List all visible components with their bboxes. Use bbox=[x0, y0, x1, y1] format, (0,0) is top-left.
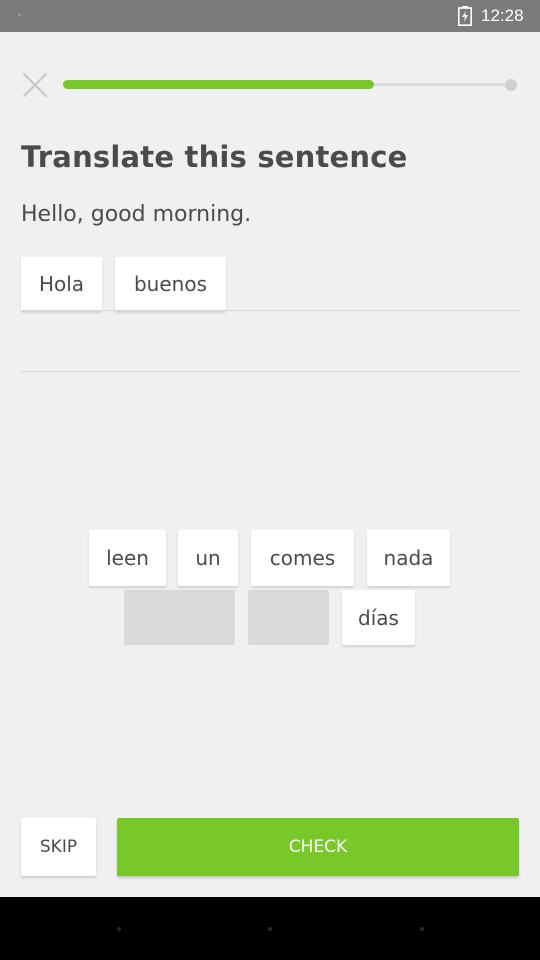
page-title: Translate this sentence bbox=[21, 140, 408, 174]
answer-line bbox=[21, 371, 519, 372]
notification-dot bbox=[18, 13, 21, 16]
used-word-placeholder bbox=[248, 590, 329, 645]
close-icon[interactable] bbox=[22, 72, 48, 98]
source-sentence: Hello, good morning. bbox=[21, 202, 252, 227]
answer-word-tile[interactable]: buenos bbox=[115, 257, 226, 311]
word-bank-tile[interactable]: un bbox=[178, 530, 238, 586]
battery-charging-icon bbox=[458, 6, 472, 26]
word-bank-tile[interactable]: leen bbox=[89, 530, 166, 586]
used-word-placeholder bbox=[124, 590, 235, 645]
word-bank-tile[interactable]: días bbox=[342, 590, 415, 645]
word-bank-tile[interactable]: nada bbox=[367, 530, 450, 586]
answer-word-tile[interactable]: Hola bbox=[21, 257, 102, 311]
status-time: 12:28 bbox=[481, 6, 524, 25]
nav-back-button[interactable] bbox=[117, 927, 121, 931]
progress-end-marker bbox=[505, 79, 517, 91]
skip-button[interactable]: SKIP bbox=[21, 818, 96, 876]
answer-line bbox=[21, 310, 519, 311]
nav-recents-button[interactable] bbox=[420, 927, 424, 931]
nav-home-button[interactable] bbox=[268, 927, 272, 931]
lesson-progress-bar bbox=[63, 80, 513, 89]
navigation-bar bbox=[0, 897, 540, 960]
word-bank-tile[interactable]: comes bbox=[251, 530, 354, 586]
lesson-progress-fill bbox=[63, 80, 374, 89]
check-button[interactable]: CHECK bbox=[117, 818, 519, 876]
status-bar: 12:28 bbox=[0, 0, 540, 32]
